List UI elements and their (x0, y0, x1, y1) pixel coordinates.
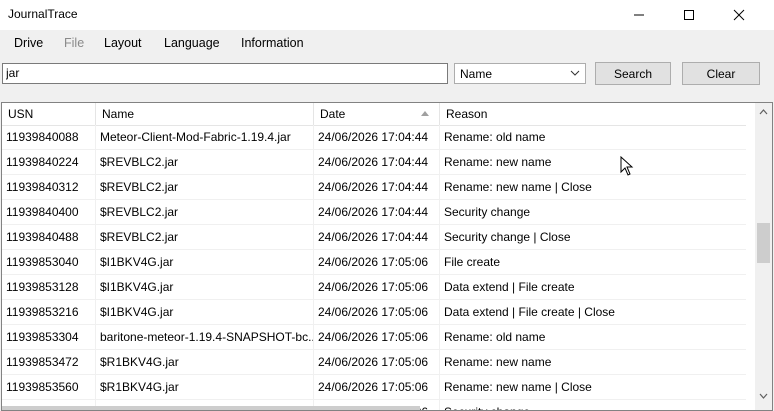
cell-usn: 11939853560 (2, 375, 96, 399)
table-row[interactable]: 11939840312 $REVBLC2.jar 24/06/2026 17:04:… (2, 175, 746, 200)
table-row[interactable]: 11939853472 $R1BKV4G.jar 24/06/2026 17:05:… (2, 350, 746, 375)
table-row[interactable]: 11939840488 $REVBLC2.jar 24/06/2026 17:04:… (2, 225, 746, 250)
column-header-reason[interactable]: Reason (440, 103, 746, 125)
search-field-select[interactable]: Name (454, 63, 586, 84)
cell-reason: Rename: new name (444, 155, 552, 169)
cell-date: 24/06/2026 17:04:44 (314, 175, 440, 199)
menu-information[interactable]: Information (241, 36, 304, 50)
cell-name: $REVBLC2.jar (96, 150, 314, 174)
cell-usn: 11939853304 (2, 325, 96, 349)
table-body: 11939840088 Meteor-Client-Mod-Fabric-1.19… (2, 125, 746, 410)
title-bar: JournalTrace (0, 0, 774, 30)
cell-usn: 11939840312 (2, 175, 96, 199)
clear-button[interactable]: Clear (682, 62, 760, 85)
cell-name: $I1BKV4G.jar (96, 275, 314, 299)
scroll-down-icon[interactable] (759, 393, 768, 399)
cell-name: $R1BKV4G.jar (96, 350, 314, 374)
mouse-pointer-icon (620, 156, 634, 176)
table-row[interactable]: 11939853560 $R1BKV4G.jar 24/06/2026 17:05:… (2, 375, 746, 400)
menu-bar: Drive File Layout Language Information (0, 30, 774, 58)
column-header-name[interactable]: Name (96, 103, 314, 125)
cell-name: $I1BKV4G.jar (96, 300, 314, 324)
cell-date: 24/06/2026 17:05:06 (314, 350, 440, 374)
cell-reason: Security change (440, 400, 746, 410)
cell-reason: Rename: old name (444, 330, 546, 344)
cell-reason: Rename: new name | Close (444, 180, 592, 194)
cell-usn: 11939840488 (2, 225, 96, 249)
cell-usn: 11939840088 (2, 125, 96, 149)
chevron-down-icon (570, 70, 580, 76)
cell-name: $REVBLC2.jar (96, 175, 314, 199)
cell-usn: 11939853040 (2, 250, 96, 274)
minimize-button[interactable] (616, 0, 662, 30)
cell-name: $I1BKV4G.jar (96, 250, 314, 274)
search-field-value: Name (460, 67, 493, 81)
search-input[interactable] (2, 63, 448, 84)
cell-date: 24/06/2026 17:05:06 (314, 250, 440, 274)
close-button[interactable] (716, 0, 762, 30)
cell-date: 24/06/2026 17:05:06 (314, 325, 440, 349)
column-header-date-label: Date (320, 107, 346, 121)
table-header: USN Name Date Reason (2, 103, 746, 126)
vertical-scrollbar[interactable] (755, 103, 772, 410)
table-row[interactable]: 11939853040 $I1BKV4G.jar 24/06/2026 17:05:… (2, 250, 746, 275)
close-icon (733, 9, 745, 21)
cell-usn: 11939853128 (2, 275, 96, 299)
cell-usn: 11939853216 (2, 300, 96, 324)
cell-reason: File create (444, 255, 501, 269)
table-row[interactable]: 11939853128 $I1BKV4G.jar 24/06/2026 17:05:… (2, 275, 746, 300)
search-button[interactable]: Search (595, 62, 671, 85)
menu-language[interactable]: Language (164, 36, 220, 50)
horizontal-scroll-thumb[interactable] (2, 406, 420, 410)
cell-reason: Rename: new name (444, 355, 552, 369)
column-header-usn[interactable]: USN (2, 103, 96, 125)
menu-layout[interactable]: Layout (104, 36, 142, 50)
cell-date: 24/06/2026 17:04:44 (314, 150, 440, 174)
cell-usn: 11939853472 (2, 350, 96, 374)
cell-reason: Data extend | File create (444, 280, 575, 294)
cell-usn: 11939840400 (2, 200, 96, 224)
cell-date: 24/06/2026 17:04:44 (314, 200, 440, 224)
table-row[interactable]: 11939840224 $REVBLC2.jar 24/06/2026 17:04:… (2, 150, 746, 175)
cell-reason: Rename: new name | Close (444, 380, 592, 394)
journal-table[interactable]: USN Name Date Reason 11939840088 Meteor-C… (1, 102, 773, 411)
column-header-date[interactable]: Date (314, 103, 440, 125)
menu-file[interactable]: File (64, 36, 84, 50)
table-row[interactable]: 11939853216 $I1BKV4G.jar 24/06/2026 17:05:… (2, 300, 746, 325)
cell-name: baritone-meteor-1.19.4-SNAPSHOT-bc... (96, 325, 314, 349)
cell-date: 24/06/2026 17:05:06 (314, 275, 440, 299)
sort-up-icon (421, 111, 429, 116)
table-row[interactable]: 11939840400 $REVBLC2.jar 24/06/2026 17:04:… (2, 200, 746, 225)
cell-reason: Security change | Close (444, 230, 571, 244)
minimize-icon (634, 14, 644, 16)
cell-reason: Security change (444, 205, 531, 219)
cell-date: 24/06/2026 17:05:06 (314, 375, 440, 399)
cell-date: 24/06/2026 17:04:44 (314, 225, 440, 249)
vertical-scroll-thumb[interactable] (757, 223, 770, 263)
cell-usn: 11939840224 (2, 150, 96, 174)
cell-name: Meteor-Client-Mod-Fabric-1.19.4.jar (96, 125, 314, 149)
cell-name: $REVBLC2.jar (96, 200, 314, 224)
cell-date: 24/06/2026 17:04:44 (314, 125, 440, 149)
maximize-button[interactable] (666, 0, 712, 30)
table-row[interactable]: 11939853304 baritone-meteor-1.19.4-SNAPSH… (2, 325, 746, 350)
cell-name: $REVBLC2.jar (96, 225, 314, 249)
scroll-up-icon[interactable] (759, 109, 768, 115)
cell-date: 24/06/2026 17:05:06 (314, 300, 440, 324)
cell-reason: Rename: old name (444, 130, 546, 144)
maximize-icon (684, 10, 694, 20)
menu-drive[interactable]: Drive (14, 36, 43, 50)
cell-name: $R1BKV4G.jar (96, 375, 314, 399)
table-row[interactable]: 11939840088 Meteor-Client-Mod-Fabric-1.19… (2, 125, 746, 150)
window-title: JournalTrace (8, 7, 78, 21)
cell-reason: Data extend | File create | Close (444, 305, 615, 319)
